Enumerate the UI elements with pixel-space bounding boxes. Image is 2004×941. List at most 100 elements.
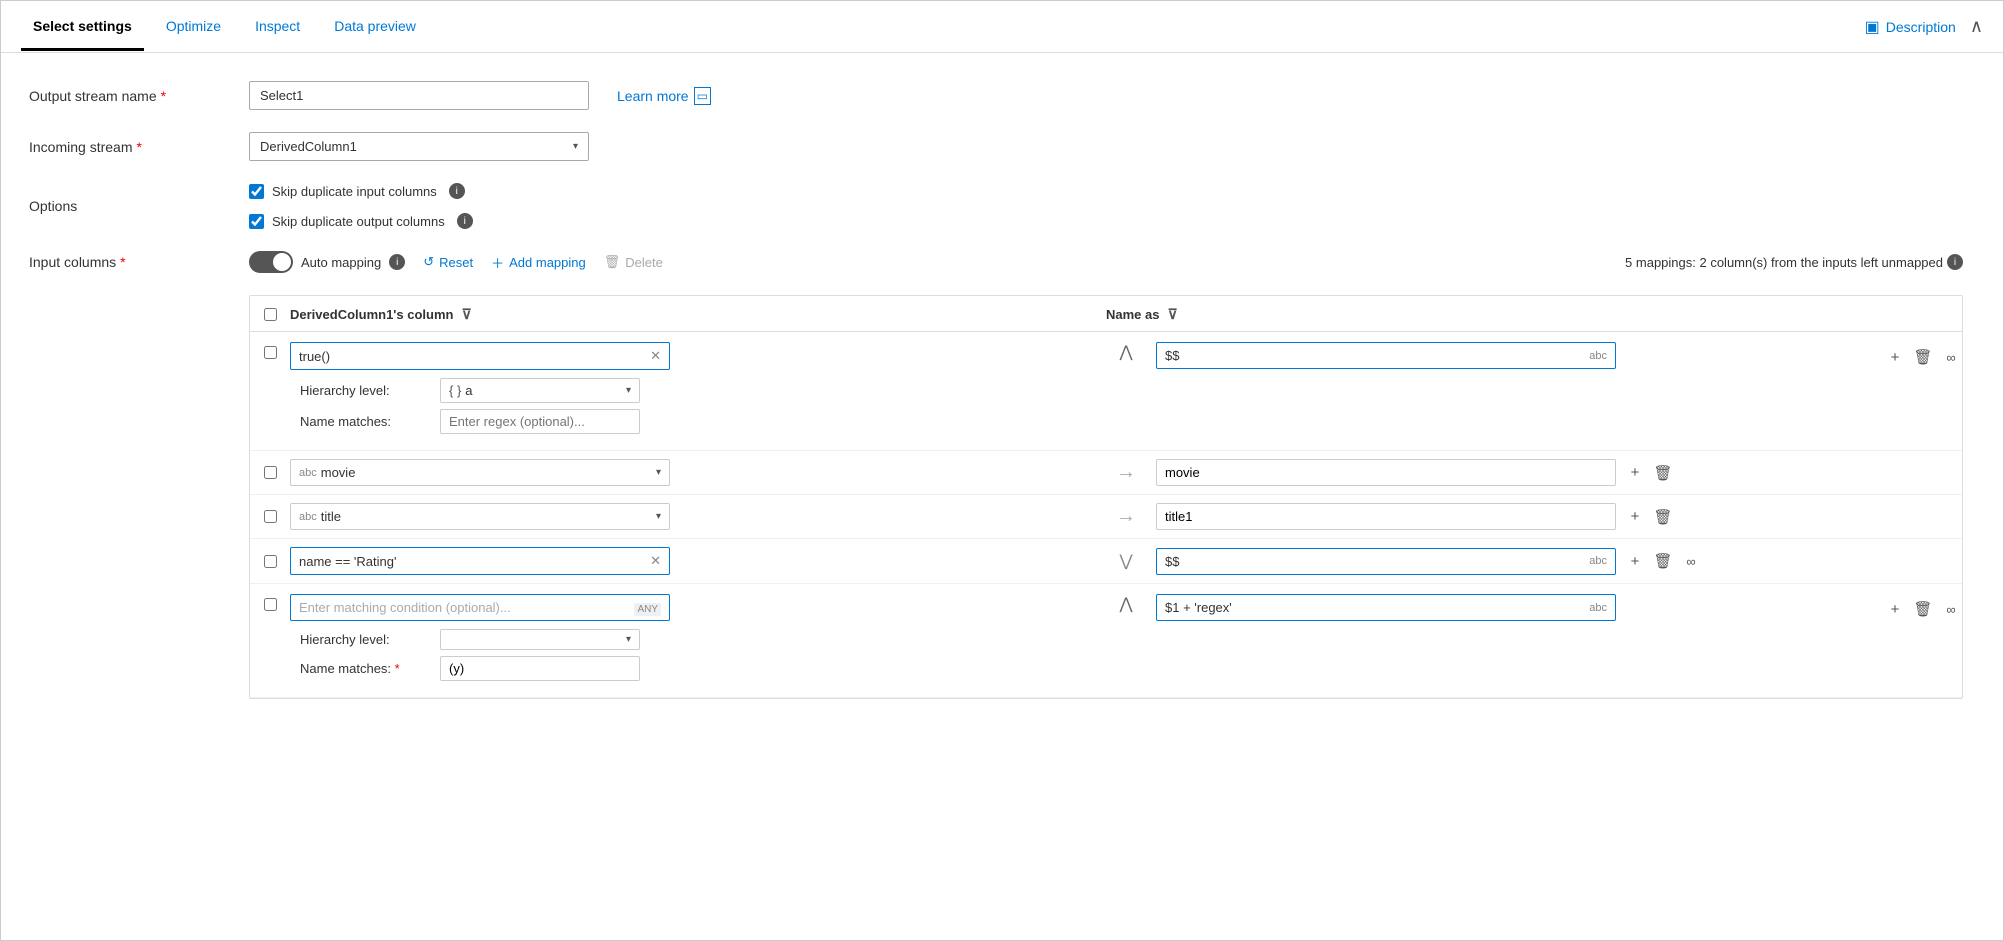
row4-condition-input[interactable]: name == 'Rating' ✕ [290,547,670,575]
row5-hierarchy-dropdown[interactable]: ▾ [440,629,640,650]
row3-arrow-icon: → [1116,505,1136,528]
row1-hierarchy-dropdown[interactable]: { } a ▾ [440,378,640,403]
external-link-icon: ▭ [694,87,711,105]
skip-duplicate-output-info-icon[interactable]: i [457,213,473,229]
skip-duplicate-output-checkbox[interactable] [249,214,264,229]
name-matches-label: Name matches: [300,414,430,429]
tab-select-settings[interactable]: Select settings [21,2,144,51]
row1-link-icon[interactable]: ∞ [1940,346,1962,368]
row5-name-matches-input[interactable] [440,656,640,681]
row4-link-icon[interactable]: ∞ [1680,550,1702,572]
row3-add-icon[interactable]: + [1624,506,1646,528]
output-stream-input[interactable] [249,81,589,110]
row3-name-as-input[interactable] [1156,503,1616,530]
row3-checkbox[interactable] [264,510,277,523]
row5-name-matches-row: Name matches: * [300,656,1096,681]
description-button[interactable]: ▣ Description [1865,17,1956,37]
mapping-table-container: DerivedColumn1's column ⊽ Name as ⊽ [249,295,1963,699]
tab-data-preview[interactable]: Data preview [322,2,428,51]
add-mapping-button[interactable]: ＋ Add mapping [491,253,586,272]
col1-filter-icon[interactable]: ⊽ [461,306,471,323]
tabs-bar: Select settings Optimize Inspect Data pr… [1,1,2003,53]
row1-condition-input[interactable]: true() ✕ [290,342,670,370]
row4-condition-value: name == 'Rating' [299,554,396,569]
incoming-stream-row: Incoming stream* DerivedColumn1 ▾ [29,132,1963,161]
row1-name-as-value: $$ [1165,348,1179,363]
hierarchy-dropdown-arrow: ▾ [626,385,631,396]
row5-expand-up-icon[interactable]: ⋀ [1119,594,1132,614]
row5-name-as-input[interactable]: $1 + 'regex' abc [1156,594,1616,621]
row4-add-icon[interactable]: + [1624,550,1646,572]
row5-name-as-value: $1 + 'regex' [1165,600,1232,615]
skip-duplicate-output-label: Skip duplicate output columns [272,214,445,229]
plus-icon: ＋ [491,253,504,272]
curly-icon: { } [449,383,461,398]
row1-delete-icon[interactable]: 🗑 [1912,346,1934,368]
name-as-header: Name as ⊽ [1106,306,1862,323]
row2-delete-icon[interactable]: 🗑 [1652,462,1674,484]
tab-optimize[interactable]: Optimize [154,2,233,51]
row3-condition-input[interactable]: abc title ▾ [290,503,670,530]
row4-expand-down-icon[interactable]: ⋁ [1119,551,1132,571]
reset-icon: ↺ [423,254,434,270]
row3-dropdown-arrow[interactable]: ▾ [656,511,661,522]
incoming-stream-value: DerivedColumn1 [260,139,357,154]
row5-add-icon[interactable]: + [1884,598,1906,620]
row4-name-as-input[interactable]: $$ abc [1156,548,1616,575]
row5-condition-input[interactable]: Enter matching condition (optional)... A… [290,594,670,621]
table-header: DerivedColumn1's column ⊽ Name as ⊽ [250,296,1962,332]
row4-checkbox[interactable] [264,555,277,568]
auto-mapping-info-icon[interactable]: i [389,254,405,270]
skip-duplicate-input-info-icon[interactable]: i [449,183,465,199]
mapping-info-icon[interactable]: i [1947,254,1963,270]
delete-icon: 🗑 [604,254,621,270]
tab-inspect[interactable]: Inspect [243,2,312,51]
col2-filter-icon[interactable]: ⊽ [1167,306,1177,323]
mapping-info: 5 mappings: 2 column(s) from the inputs … [1625,255,1943,270]
delete-button[interactable]: 🗑 Delete [604,254,663,270]
row5-link-icon[interactable]: ∞ [1940,598,1962,620]
row3-delete-icon[interactable]: 🗑 [1652,506,1674,528]
skip-duplicate-input-checkbox[interactable] [249,184,264,199]
row5-name-matches-label: Name matches: * [300,661,430,676]
row1-name-as-input[interactable]: $$ abc [1156,342,1616,369]
row4-close-icon[interactable]: ✕ [650,553,661,569]
table-row: Enter matching condition (optional)... A… [250,584,1962,698]
row2-dropdown-arrow[interactable]: ▾ [656,467,661,478]
incoming-stream-dropdown[interactable]: DerivedColumn1 ▾ [249,132,589,161]
row4-delete-icon[interactable]: 🗑 [1652,550,1674,572]
learn-more-link[interactable]: Learn more ▭ [617,87,711,105]
dropdown-arrow-icon: ▾ [573,141,578,152]
row1-close-icon[interactable]: ✕ [650,348,661,364]
table-row: abc title ▾ → + 🗑 [250,495,1962,539]
row1-condition-value: true() [299,349,330,364]
row1-hierarchy-row: Hierarchy level: { } a ▾ [300,378,1096,403]
row1-hierarchy-value: a [465,383,472,398]
row5-checkbox[interactable] [264,598,277,611]
row5-any-badge: ANY [634,600,661,615]
table-row: abc movie ▾ → + 🗑 [250,451,1962,495]
row3-condition-value: title [321,509,341,524]
row2-checkbox[interactable] [264,466,277,479]
row1-add-icon[interactable]: + [1884,346,1906,368]
reset-button[interactable]: ↺ Reset [423,254,473,270]
row2-add-icon[interactable]: + [1624,462,1646,484]
auto-mapping-toggle[interactable] [249,251,293,273]
table-row: name == 'Rating' ✕ ⋁ $$ abc + 🗑 ∞ [250,539,1962,584]
row5-hierarchy-dropdown-arrow: ▾ [626,634,631,645]
hierarchy-label: Hierarchy level: [300,383,430,398]
row1-name-matches-input[interactable] [440,409,640,434]
row1-sub-form: Hierarchy level: { } a ▾ Name matches: [290,378,1096,434]
row2-name-as-input[interactable] [1156,459,1616,486]
skip-duplicate-output-row: Skip duplicate output columns i [249,213,473,229]
row1-checkbox[interactable] [264,346,277,359]
row1-name-matches-row: Name matches: [300,409,1096,434]
row5-delete-icon[interactable]: 🗑 [1912,598,1934,620]
row2-condition-input[interactable]: abc movie ▾ [290,459,670,486]
collapse-button[interactable]: ∧ [1970,16,1983,37]
select-all-checkbox[interactable] [264,308,277,321]
output-stream-row: Output stream name* Learn more ▭ [29,81,1963,110]
row5-abc-badge: abc [1589,602,1607,614]
row1-expand-up-icon[interactable]: ⋀ [1119,342,1132,362]
row4-name-as-value: $$ [1165,554,1179,569]
